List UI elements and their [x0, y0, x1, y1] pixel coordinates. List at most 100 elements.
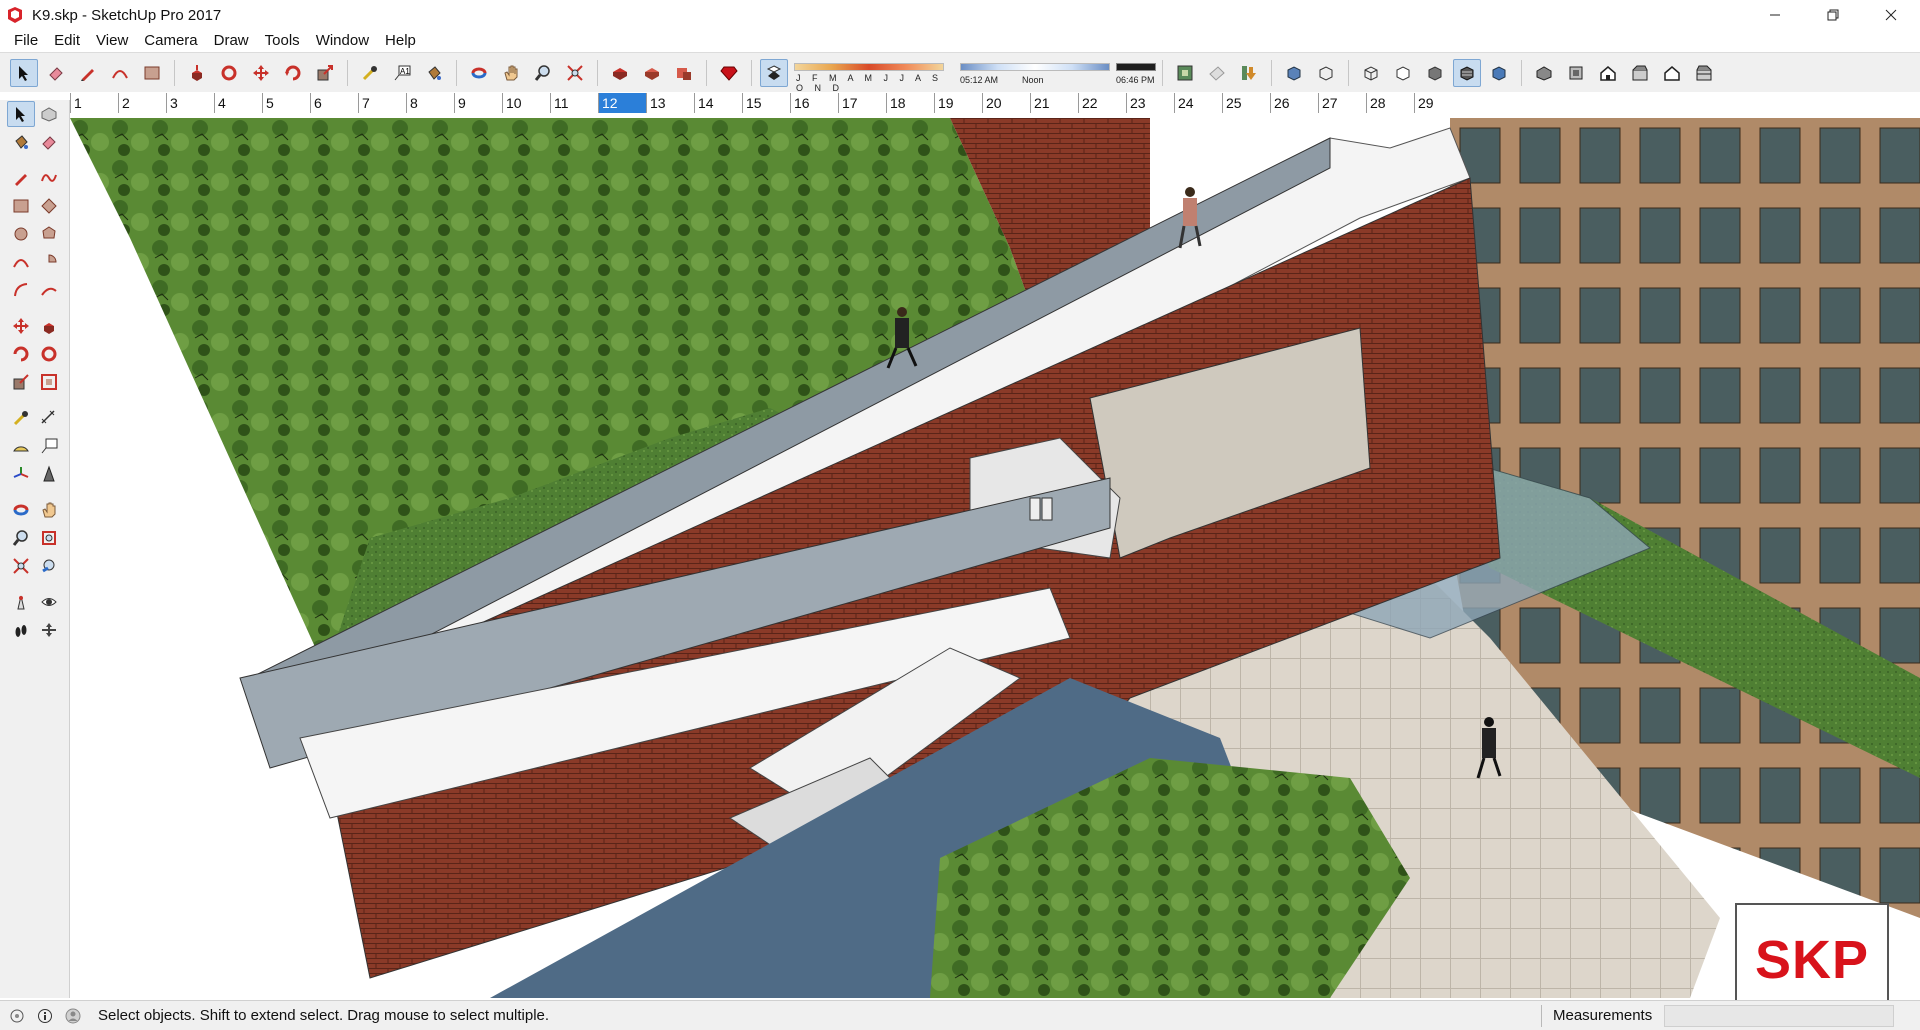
- scene-tab-11[interactable]: 11: [550, 93, 598, 113]
- right-view-button[interactable]: [1626, 59, 1654, 87]
- monochrome-button[interactable]: [1485, 59, 1513, 87]
- pie-tool-button[interactable]: [35, 249, 63, 275]
- scene-tab-5[interactable]: 5: [262, 93, 310, 113]
- paint-bucket-tool-button[interactable]: [420, 59, 448, 87]
- wireframe-button[interactable]: [1357, 59, 1385, 87]
- rotate-tool-button[interactable]: [279, 59, 307, 87]
- rectangle-tool-button[interactable]: [138, 59, 166, 87]
- measurements-input[interactable]: [1664, 1005, 1894, 1027]
- tape-measure-tool-button[interactable]: [7, 405, 35, 431]
- scene-tab-14[interactable]: 14: [694, 93, 742, 113]
- move-tool-button[interactable]: [247, 59, 275, 87]
- scene-tab-9[interactable]: 9: [454, 93, 502, 113]
- follow-me-tool-button[interactable]: [35, 341, 63, 367]
- add-location-button[interactable]: [1203, 59, 1231, 87]
- polygon-tool-button[interactable]: [35, 221, 63, 247]
- scale-tool-button[interactable]: [7, 369, 35, 395]
- scene-tab-3[interactable]: 3: [166, 93, 214, 113]
- ruby-console-button[interactable]: [715, 59, 743, 87]
- scene-tab-20[interactable]: 20: [982, 93, 1030, 113]
- scene-tab-26[interactable]: 26: [1270, 93, 1318, 113]
- warehouse-button[interactable]: [606, 59, 634, 87]
- zoom-tool-button[interactable]: [529, 59, 557, 87]
- eraser-tool-button[interactable]: [42, 59, 70, 87]
- menu-view[interactable]: View: [88, 30, 136, 52]
- scene-tab-15[interactable]: 15: [742, 93, 790, 113]
- walk-tool-button[interactable]: [7, 617, 35, 643]
- share-model-button[interactable]: [638, 59, 666, 87]
- scene-tab-23[interactable]: 23: [1126, 93, 1174, 113]
- scene-tab-17[interactable]: 17: [838, 93, 886, 113]
- paint-bucket-tool-button[interactable]: [7, 129, 35, 155]
- eraser-tool-button[interactable]: [35, 129, 63, 155]
- component-tool-button[interactable]: [35, 101, 63, 127]
- top-view-button[interactable]: [1562, 59, 1590, 87]
- scene-tab-10[interactable]: 10: [502, 93, 550, 113]
- scale-tool-button[interactable]: [311, 59, 339, 87]
- scene-tab-1[interactable]: 1: [70, 93, 118, 113]
- section-plane-tool-button[interactable]: [35, 617, 63, 643]
- back-view-button[interactable]: [1658, 59, 1686, 87]
- protractor-tool-button[interactable]: [7, 433, 35, 459]
- two-point-arc-tool-button[interactable]: [7, 277, 35, 303]
- close-button[interactable]: [1862, 0, 1920, 30]
- three-point-arc-tool-button[interactable]: [35, 277, 63, 303]
- shaded-button[interactable]: [1421, 59, 1449, 87]
- dimension-tool-button[interactable]: [35, 405, 63, 431]
- menu-tools[interactable]: Tools: [257, 30, 308, 52]
- rotate-tool-button[interactable]: [7, 341, 35, 367]
- shadow-date-track[interactable]: [794, 62, 944, 71]
- menu-file[interactable]: File: [6, 30, 46, 52]
- scene-tab-18[interactable]: 18: [886, 93, 934, 113]
- left-view-button[interactable]: [1690, 59, 1718, 87]
- scene-tab-28[interactable]: 28: [1366, 93, 1414, 113]
- model-scene[interactable]: [70, 118, 1920, 998]
- pan-tool-button[interactable]: [497, 59, 525, 87]
- scene-tab-8[interactable]: 8: [406, 93, 454, 113]
- zoom-extents-tool-button[interactable]: [561, 59, 589, 87]
- scene-tab-6[interactable]: 6: [310, 93, 358, 113]
- scene-tab-16[interactable]: 16: [790, 93, 838, 113]
- position-camera-tool-button[interactable]: [7, 589, 35, 615]
- orbit-tool-button[interactable]: [465, 59, 493, 87]
- iso-view-button[interactable]: [1530, 59, 1558, 87]
- scene-tab-21[interactable]: 21: [1030, 93, 1078, 113]
- scene-tab-29[interactable]: 29: [1414, 93, 1462, 113]
- shadow-time-track[interactable]: [960, 62, 1110, 71]
- zoom-window-tool-button[interactable]: [35, 525, 63, 551]
- menu-draw[interactable]: Draw: [206, 30, 257, 52]
- menu-help[interactable]: Help: [377, 30, 424, 52]
- follow-me-tool-button[interactable]: [215, 59, 243, 87]
- download-button[interactable]: [1235, 59, 1263, 87]
- offset-tool-button[interactable]: [35, 369, 63, 395]
- scene-tab-25[interactable]: 25: [1222, 93, 1270, 113]
- circle-tool-button[interactable]: [7, 221, 35, 247]
- model-viewport[interactable]: [70, 118, 1920, 998]
- previous-view-tool-button[interactable]: [35, 553, 63, 579]
- minimize-button[interactable]: [1746, 0, 1804, 30]
- scene-tab-13[interactable]: 13: [646, 93, 694, 113]
- select-tool-button[interactable]: [6, 101, 35, 127]
- orbit-tool-button[interactable]: [7, 497, 35, 523]
- arc-tool-button[interactable]: [106, 59, 134, 87]
- scene-tab-24[interactable]: 24: [1174, 93, 1222, 113]
- shaded-textures-button[interactable]: [1453, 58, 1481, 87]
- arc-tool-button[interactable]: [7, 249, 35, 275]
- hidden-line-button[interactable]: [1389, 59, 1417, 87]
- push-pull-tool-button[interactable]: [183, 59, 211, 87]
- line-tool-button[interactable]: [74, 59, 102, 87]
- zoom-extents-tool-button[interactable]: [7, 553, 35, 579]
- shadow-date-slider[interactable]: J F M A M J J A S O N D: [794, 58, 944, 93]
- text-tool-button[interactable]: A1: [388, 59, 416, 87]
- extension-warehouse-button[interactable]: [670, 59, 698, 87]
- scene-tab-2[interactable]: 2: [118, 93, 166, 113]
- menu-window[interactable]: Window: [308, 30, 377, 52]
- geo-status-button[interactable]: [6, 1005, 28, 1027]
- back-edges-button[interactable]: [1312, 59, 1340, 87]
- freehand-tool-button[interactable]: [35, 165, 63, 191]
- axes-tool-button[interactable]: [7, 461, 35, 487]
- 3d-text-tool-button[interactable]: [35, 461, 63, 487]
- push-pull-tool-button[interactable]: [35, 313, 63, 339]
- zoom-tool-button[interactable]: [7, 525, 35, 551]
- select-tool-button[interactable]: [10, 58, 38, 87]
